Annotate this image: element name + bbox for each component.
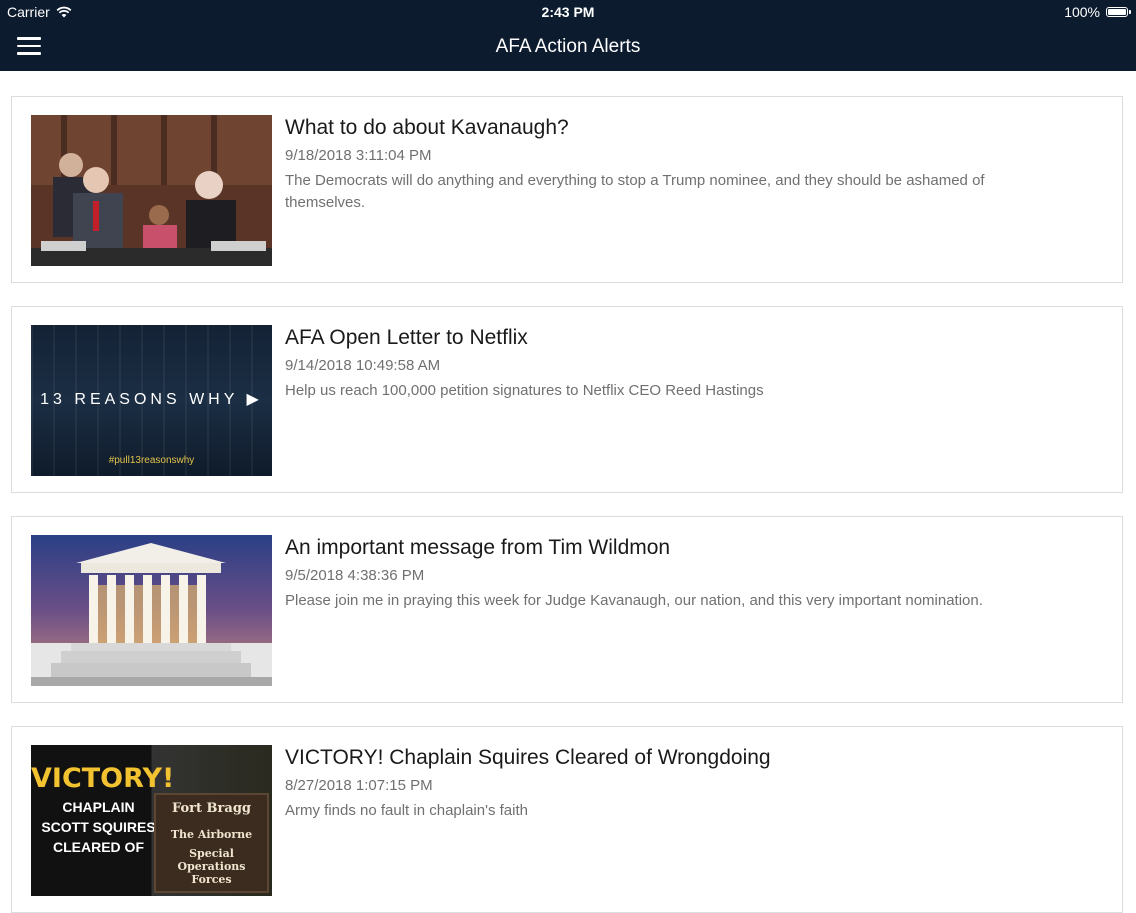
- alert-title: What to do about Kavanaugh?: [285, 116, 569, 139]
- alert-date: 8/27/2018 1:07:15 PM: [285, 777, 433, 794]
- hearing-image: [31, 115, 272, 266]
- supreme-court-image: [31, 535, 272, 686]
- alert-thumbnail: 13 REASONS WHY ▶ #pull13reasonswhy: [31, 325, 272, 476]
- battery-indicator: 100%: [1064, 4, 1131, 20]
- alert-title: An important message from Tim Wildmon: [285, 536, 671, 559]
- fort-bragg-sign: Fort Bragg The Airborne Special Operatio…: [154, 793, 269, 893]
- alert-date: 9/5/2018 4:38:36 PM: [285, 567, 425, 584]
- thumbnail-headline: VICTORY!: [31, 763, 175, 794]
- sign-line: Fort Bragg: [171, 801, 251, 816]
- alert-card[interactable]: An important message from Tim Wildmon 9/…: [11, 516, 1123, 703]
- thumbnail-subheadline-line: SCOTT SQUIRES: [41, 819, 156, 835]
- alert-card[interactable]: What to do about Kavanaugh? 9/18/2018 3:…: [11, 96, 1123, 283]
- navigation-bar: Carrier 2:43 PM 100% AFA Action Alerts: [0, 0, 1136, 71]
- battery-icon: [1106, 7, 1131, 17]
- alert-thumbnail: VICTORY! CHAPLAIN SCOTT SQUIRES CLEARED …: [31, 745, 272, 896]
- page-title: AFA Action Alerts: [495, 36, 641, 57]
- status-time: 2:43 PM: [541, 4, 595, 20]
- status-bar: Carrier 2:43 PM 100%: [0, 0, 1136, 22]
- alert-title: VICTORY! Chaplain Squires Cleared of Wro…: [285, 746, 771, 769]
- battery-percent: 100%: [1064, 4, 1100, 20]
- thumbnail-hashtag: #pull13reasonswhy: [108, 455, 195, 466]
- thumbnail-subheadline-line: CLEARED OF: [53, 839, 144, 855]
- alert-date: 9/18/2018 3:11:04 PM: [285, 147, 432, 164]
- alert-date: 9/14/2018 10:49:58 AM: [285, 357, 441, 374]
- alert-description: Help us reach 100,000 petition signature…: [285, 382, 764, 399]
- alert-thumbnail: [31, 535, 272, 686]
- sign-line: Special Operations Forces: [177, 847, 246, 886]
- alert-card[interactable]: VICTORY! CHAPLAIN SCOTT SQUIRES CLEARED …: [11, 726, 1123, 913]
- sign-line: The Airborne: [170, 828, 253, 841]
- alert-description: Please join me in praying this week for …: [285, 592, 983, 609]
- alert-description: The Democrats will do anything and every…: [285, 172, 985, 211]
- alert-thumbnail: [31, 115, 272, 266]
- alert-title: AFA Open Letter to Netflix: [285, 326, 528, 349]
- thumbnail-subheadline: CHAPLAIN SCOTT SQUIRES CLEARED OF: [31, 797, 166, 857]
- thumbnail-subheadline-line: CHAPLAIN: [62, 799, 135, 815]
- thumbnail-caption: 13 REASONS WHY ▶: [40, 391, 263, 408]
- alert-card[interactable]: 13 REASONS WHY ▶ #pull13reasonswhy AFA O…: [11, 306, 1123, 493]
- alert-description: Army finds no fault in chaplain's faith: [285, 802, 528, 819]
